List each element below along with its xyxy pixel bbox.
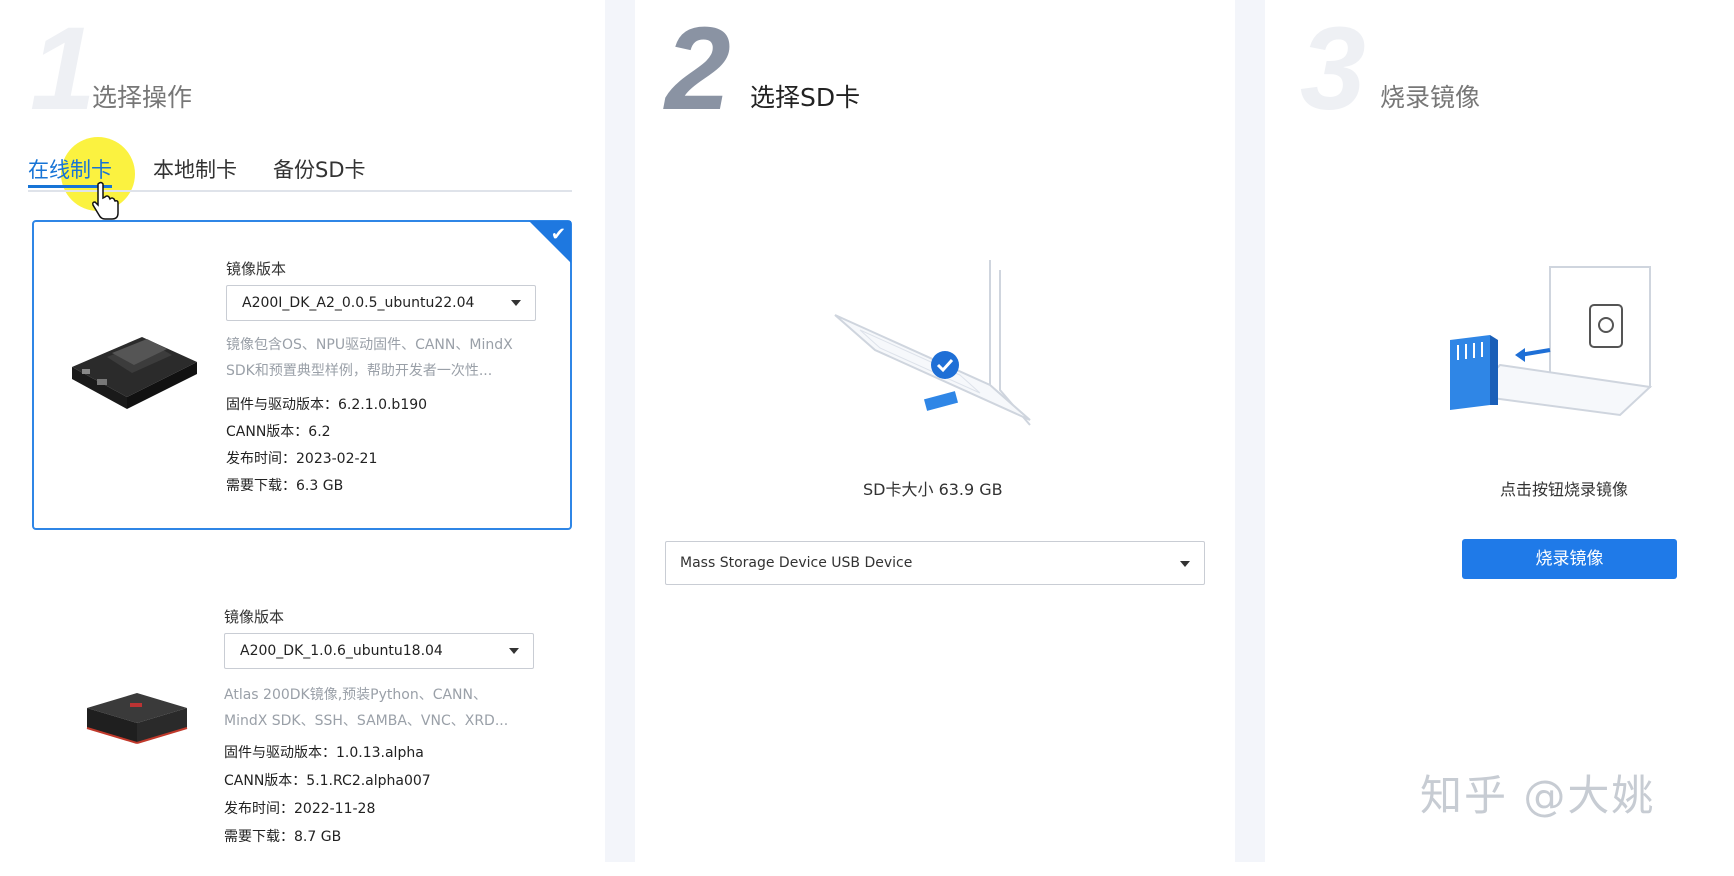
gutter-left bbox=[605, 0, 635, 862]
sd-device-select[interactable]: Mass Storage Device USB Device bbox=[665, 541, 1205, 585]
image-card-2[interactable]: 镜像版本 A200_DK_1.0.6_ubuntu18.04 Atlas 200… bbox=[32, 566, 572, 876]
burn-image-button[interactable]: 烧录镜像 bbox=[1462, 539, 1677, 579]
desc-line: 镜像包含OS、NPU驱动固件、CANN、MindX bbox=[226, 337, 513, 353]
desc-line: Atlas 200DK镜像,预装Python、CANN、 bbox=[224, 687, 487, 703]
image-description: Atlas 200DK镜像,预装Python、CANN、 MindX SDK、S… bbox=[224, 682, 544, 734]
atlas-board-icon bbox=[72, 337, 197, 409]
image-version-value: A200I_DK_A2_0.0.5_ubuntu22.04 bbox=[242, 295, 475, 311]
release-date: 发布时间：2022-11-28 bbox=[224, 801, 376, 817]
tab-backup[interactable]: 备份SD卡 bbox=[273, 154, 366, 184]
image-version-select[interactable]: A200_DK_1.0.6_ubuntu18.04 bbox=[224, 633, 534, 669]
chevron-down-icon bbox=[511, 300, 521, 306]
image-version-label: 镜像版本 bbox=[226, 260, 287, 278]
check-icon: ✔ bbox=[550, 224, 566, 245]
tab-local[interactable]: 本地制卡 bbox=[153, 154, 237, 184]
desc-line: MindX SDK、SSH、SAMBA、VNC、XRD... bbox=[224, 713, 509, 729]
download-size: 需要下载：8.7 GB bbox=[224, 829, 342, 845]
firmware-version: 固件与驱动版本：6.2.1.0.b190 bbox=[226, 397, 428, 413]
step-number-1: 1 bbox=[30, 3, 96, 135]
step-title-2: 选择SD卡 bbox=[750, 83, 861, 112]
step-title-1: 选择操作 bbox=[92, 83, 193, 112]
sd-device-value: Mass Storage Device USB Device bbox=[680, 555, 913, 571]
firmware-version: 固件与驱动版本：1.0.13.alpha bbox=[224, 745, 424, 761]
image-description: 镜像包含OS、NPU驱动固件、CANN、MindX SDK和预置典型样例，帮助开… bbox=[226, 332, 546, 384]
release-date: 发布时间：2023-02-21 bbox=[226, 451, 378, 467]
step-select-sd-panel: 2 选择SD卡 SD卡大小 63.9 GB Mass Storage Devic… bbox=[635, 0, 1235, 862]
chevron-down-icon bbox=[509, 648, 519, 654]
step-number-2: 2 bbox=[665, 3, 731, 135]
step-select-operation-panel: 1 选择操作 在线制卡 本地制卡 备份SD卡 ✔ 镜像版本 A200I_DK_A… bbox=[0, 0, 605, 876]
image-card-1[interactable]: ✔ 镜像版本 A200I_DK_A2_0.0.5_ubuntu22.04 镜像包… bbox=[32, 220, 572, 530]
gutter-right bbox=[1235, 0, 1265, 862]
cann-version: CANN版本：5.1.RC2.alpha007 bbox=[224, 773, 431, 789]
step-title-3: 烧录镜像 bbox=[1380, 83, 1481, 112]
cann-version: CANN版本：6.2 bbox=[226, 424, 331, 440]
burn-image-illustration-icon bbox=[1450, 266, 1653, 417]
atlas-200dk-box-icon bbox=[86, 693, 188, 744]
step-burn-panel: 3 烧录镜像 点击按钮烧录镜像 烧录镜像 知乎 @大姚 bbox=[1265, 0, 1734, 862]
image-version-label: 镜像版本 bbox=[224, 608, 285, 626]
sd-card-size: SD卡大小 63.9 GB bbox=[863, 480, 1003, 499]
burn-hint: 点击按钮烧录镜像 bbox=[1500, 480, 1629, 499]
image-version-value: A200_DK_1.0.6_ubuntu18.04 bbox=[240, 643, 443, 659]
step-number-3: 3 bbox=[1300, 3, 1366, 135]
download-size: 需要下载：6.3 GB bbox=[226, 478, 344, 494]
hand-cursor-icon bbox=[92, 181, 119, 220]
laptop-sd-icon bbox=[834, 260, 1031, 426]
desc-line: SDK和预置典型样例，帮助开发者一次性... bbox=[226, 363, 493, 379]
watermark: 知乎 @大姚 bbox=[1420, 771, 1656, 820]
chevron-down-icon bbox=[1180, 561, 1190, 567]
image-version-select[interactable]: A200I_DK_A2_0.0.5_ubuntu22.04 bbox=[226, 285, 536, 321]
